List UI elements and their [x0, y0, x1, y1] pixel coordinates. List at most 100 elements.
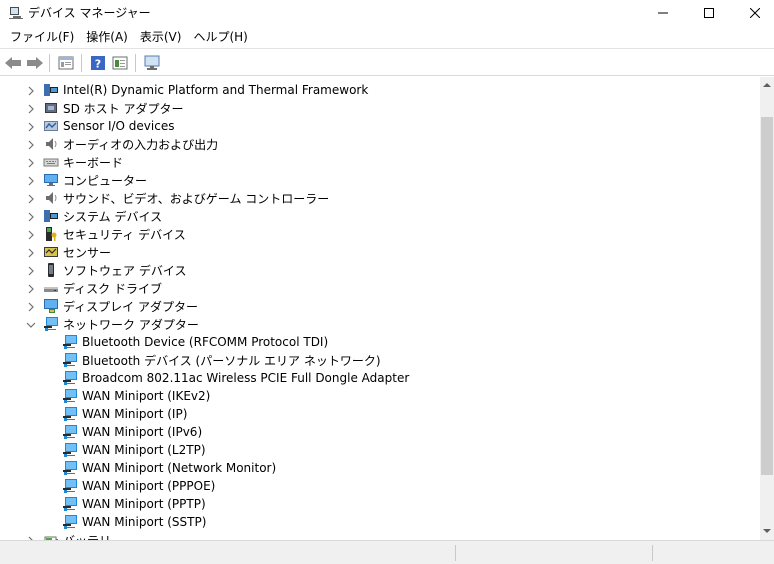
network-adapter-icon	[62, 496, 78, 512]
chevron-right-icon[interactable]	[26, 283, 36, 294]
tree-device[interactable]: WAN Miniport (L2TP)	[62, 441, 206, 459]
chevron-right-icon[interactable]	[26, 211, 36, 222]
minimize-button[interactable]	[640, 0, 686, 26]
tree-category[interactable]: Sensor I/O devices	[28, 117, 174, 135]
menu-bar: ファイル(F) 操作(A) 表示(V) ヘルプ(H)	[0, 26, 774, 48]
category-label: SD ホスト アダプター	[63, 101, 184, 116]
back-button[interactable]	[3, 53, 23, 73]
window-title: デバイス マネージャー	[28, 6, 151, 20]
network-adapter-icon	[62, 424, 78, 440]
view-button[interactable]	[110, 53, 130, 73]
tree-category[interactable]: ネットワーク アダプター	[26, 315, 199, 333]
network-adapter-icon	[62, 388, 78, 404]
tree-category[interactable]: Intel(R) Dynamic Platform and Thermal Fr…	[28, 81, 369, 99]
category-label: キーボード	[63, 155, 124, 170]
status-divider	[455, 545, 456, 561]
device-tree[interactable]: Intel(R) Dynamic Platform and Thermal Fr…	[0, 77, 760, 540]
tree-device[interactable]: WAN Miniport (PPTP)	[62, 495, 206, 513]
network-adapter-icon	[43, 316, 59, 332]
tree-device[interactable]: Bluetooth デバイス (パーソナル エリア ネットワーク)	[62, 351, 381, 369]
chevron-right-icon[interactable]	[26, 193, 36, 204]
tree-category[interactable]: オーディオの入力および出力	[28, 135, 218, 153]
category-label: バッテリ	[63, 532, 111, 541]
device-label: WAN Miniport (PPPOE)	[82, 479, 216, 493]
tree-category[interactable]: SD ホスト アダプター	[28, 99, 184, 117]
tree-device[interactable]: WAN Miniport (SSTP)	[62, 513, 206, 531]
tree-device[interactable]: Broadcom 802.11ac Wireless PCIE Full Don…	[62, 369, 409, 387]
vertical-scrollbar[interactable]	[760, 77, 774, 540]
chevron-right-icon[interactable]	[26, 157, 36, 168]
tree-device[interactable]: WAN Miniport (Network Monitor)	[62, 459, 276, 477]
minimize-icon	[658, 12, 668, 14]
view-icon	[112, 56, 128, 70]
menu-file[interactable]: ファイル(F)	[4, 26, 80, 48]
tree-device[interactable]: WAN Miniport (IKEv2)	[62, 387, 210, 405]
network-adapter-icon	[62, 442, 78, 458]
device-label: Bluetooth Device (RFCOMM Protocol TDI)	[82, 335, 329, 349]
device-label: WAN Miniport (Network Monitor)	[82, 461, 277, 475]
tree-category[interactable]: バッテリ	[28, 531, 111, 541]
network-adapter-icon	[62, 352, 78, 368]
device-label: WAN Miniport (L2TP)	[82, 443, 206, 457]
device-label: WAN Miniport (IPv6)	[82, 425, 203, 439]
category-label: ソフトウェア デバイス	[63, 263, 187, 278]
device-label: WAN Miniport (IP)	[82, 407, 188, 421]
toolbar-separator	[49, 54, 50, 72]
chevron-right-icon[interactable]	[26, 265, 36, 276]
scan-hardware-button[interactable]	[142, 53, 162, 73]
title-bar: デバイス マネージャー	[0, 0, 774, 26]
chevron-right-icon[interactable]	[26, 247, 36, 258]
properties-button[interactable]	[56, 53, 76, 73]
help-icon: ?	[91, 56, 105, 71]
tree-category[interactable]: センサー	[28, 243, 112, 261]
category-label: セキュリティ デバイス	[63, 227, 186, 242]
chevron-right-icon[interactable]	[26, 139, 36, 150]
tree-category[interactable]: セキュリティ デバイス	[28, 225, 186, 243]
chevron-right-icon[interactable]	[26, 85, 36, 96]
chevron-down-icon[interactable]	[26, 319, 36, 329]
network-adapter-icon	[62, 334, 78, 350]
menu-view[interactable]: 表示(V)	[134, 26, 188, 48]
toolbar-separator	[135, 54, 136, 72]
tree-device[interactable]: WAN Miniport (IP)	[62, 405, 187, 423]
tree-category[interactable]: コンピューター	[28, 171, 147, 189]
chevron-right-icon[interactable]	[26, 121, 36, 132]
toolbar: ?	[0, 48, 774, 76]
tree-device[interactable]: Bluetooth Device (RFCOMM Protocol TDI)	[62, 333, 328, 351]
keyboard-icon	[43, 154, 59, 170]
forward-button[interactable]	[25, 53, 45, 73]
category-label: システム デバイス	[63, 209, 163, 224]
disk-drive-icon	[43, 280, 59, 296]
forward-arrow-icon	[27, 57, 43, 69]
scrollbar-thumb[interactable]	[761, 117, 773, 475]
tree-category[interactable]: ディスク ドライブ	[28, 279, 162, 297]
help-button[interactable]: ?	[88, 53, 108, 73]
menu-help[interactable]: ヘルプ(H)	[187, 26, 253, 48]
tree-category[interactable]: システム デバイス	[28, 207, 163, 225]
security-key-icon	[43, 226, 59, 242]
sensor-icon	[43, 244, 59, 260]
device-label: WAN Miniport (IKEv2)	[82, 389, 211, 403]
category-label: センサー	[63, 245, 112, 260]
tree-category[interactable]: ディスプレイ アダプター	[28, 297, 198, 315]
network-adapter-icon	[62, 478, 78, 494]
device-label: Broadcom 802.11ac Wireless PCIE Full Don…	[82, 371, 410, 385]
system-device-icon	[43, 208, 59, 224]
chevron-right-icon[interactable]	[26, 175, 36, 186]
tree-category[interactable]: ソフトウェア デバイス	[28, 261, 187, 279]
chevron-right-icon[interactable]	[26, 103, 36, 114]
tree-category[interactable]: サウンド、ビデオ、およびゲーム コントローラー	[28, 189, 329, 207]
monitor-icon	[144, 55, 160, 70]
category-label: Intel(R) Dynamic Platform and Thermal Fr…	[63, 83, 369, 97]
tree-category[interactable]: キーボード	[28, 153, 124, 171]
menu-action[interactable]: 操作(A)	[80, 26, 134, 48]
category-label: ディスク ドライブ	[63, 281, 162, 296]
tree-device[interactable]: WAN Miniport (PPPOE)	[62, 477, 215, 495]
device-label: Bluetooth デバイス (パーソナル エリア ネットワーク)	[82, 353, 381, 368]
scroll-up-icon	[763, 83, 771, 87]
close-button[interactable]	[732, 0, 774, 26]
maximize-button[interactable]	[686, 0, 732, 26]
tree-device[interactable]: WAN Miniport (IPv6)	[62, 423, 202, 441]
chevron-right-icon[interactable]	[26, 229, 36, 240]
chevron-right-icon[interactable]	[26, 301, 36, 312]
